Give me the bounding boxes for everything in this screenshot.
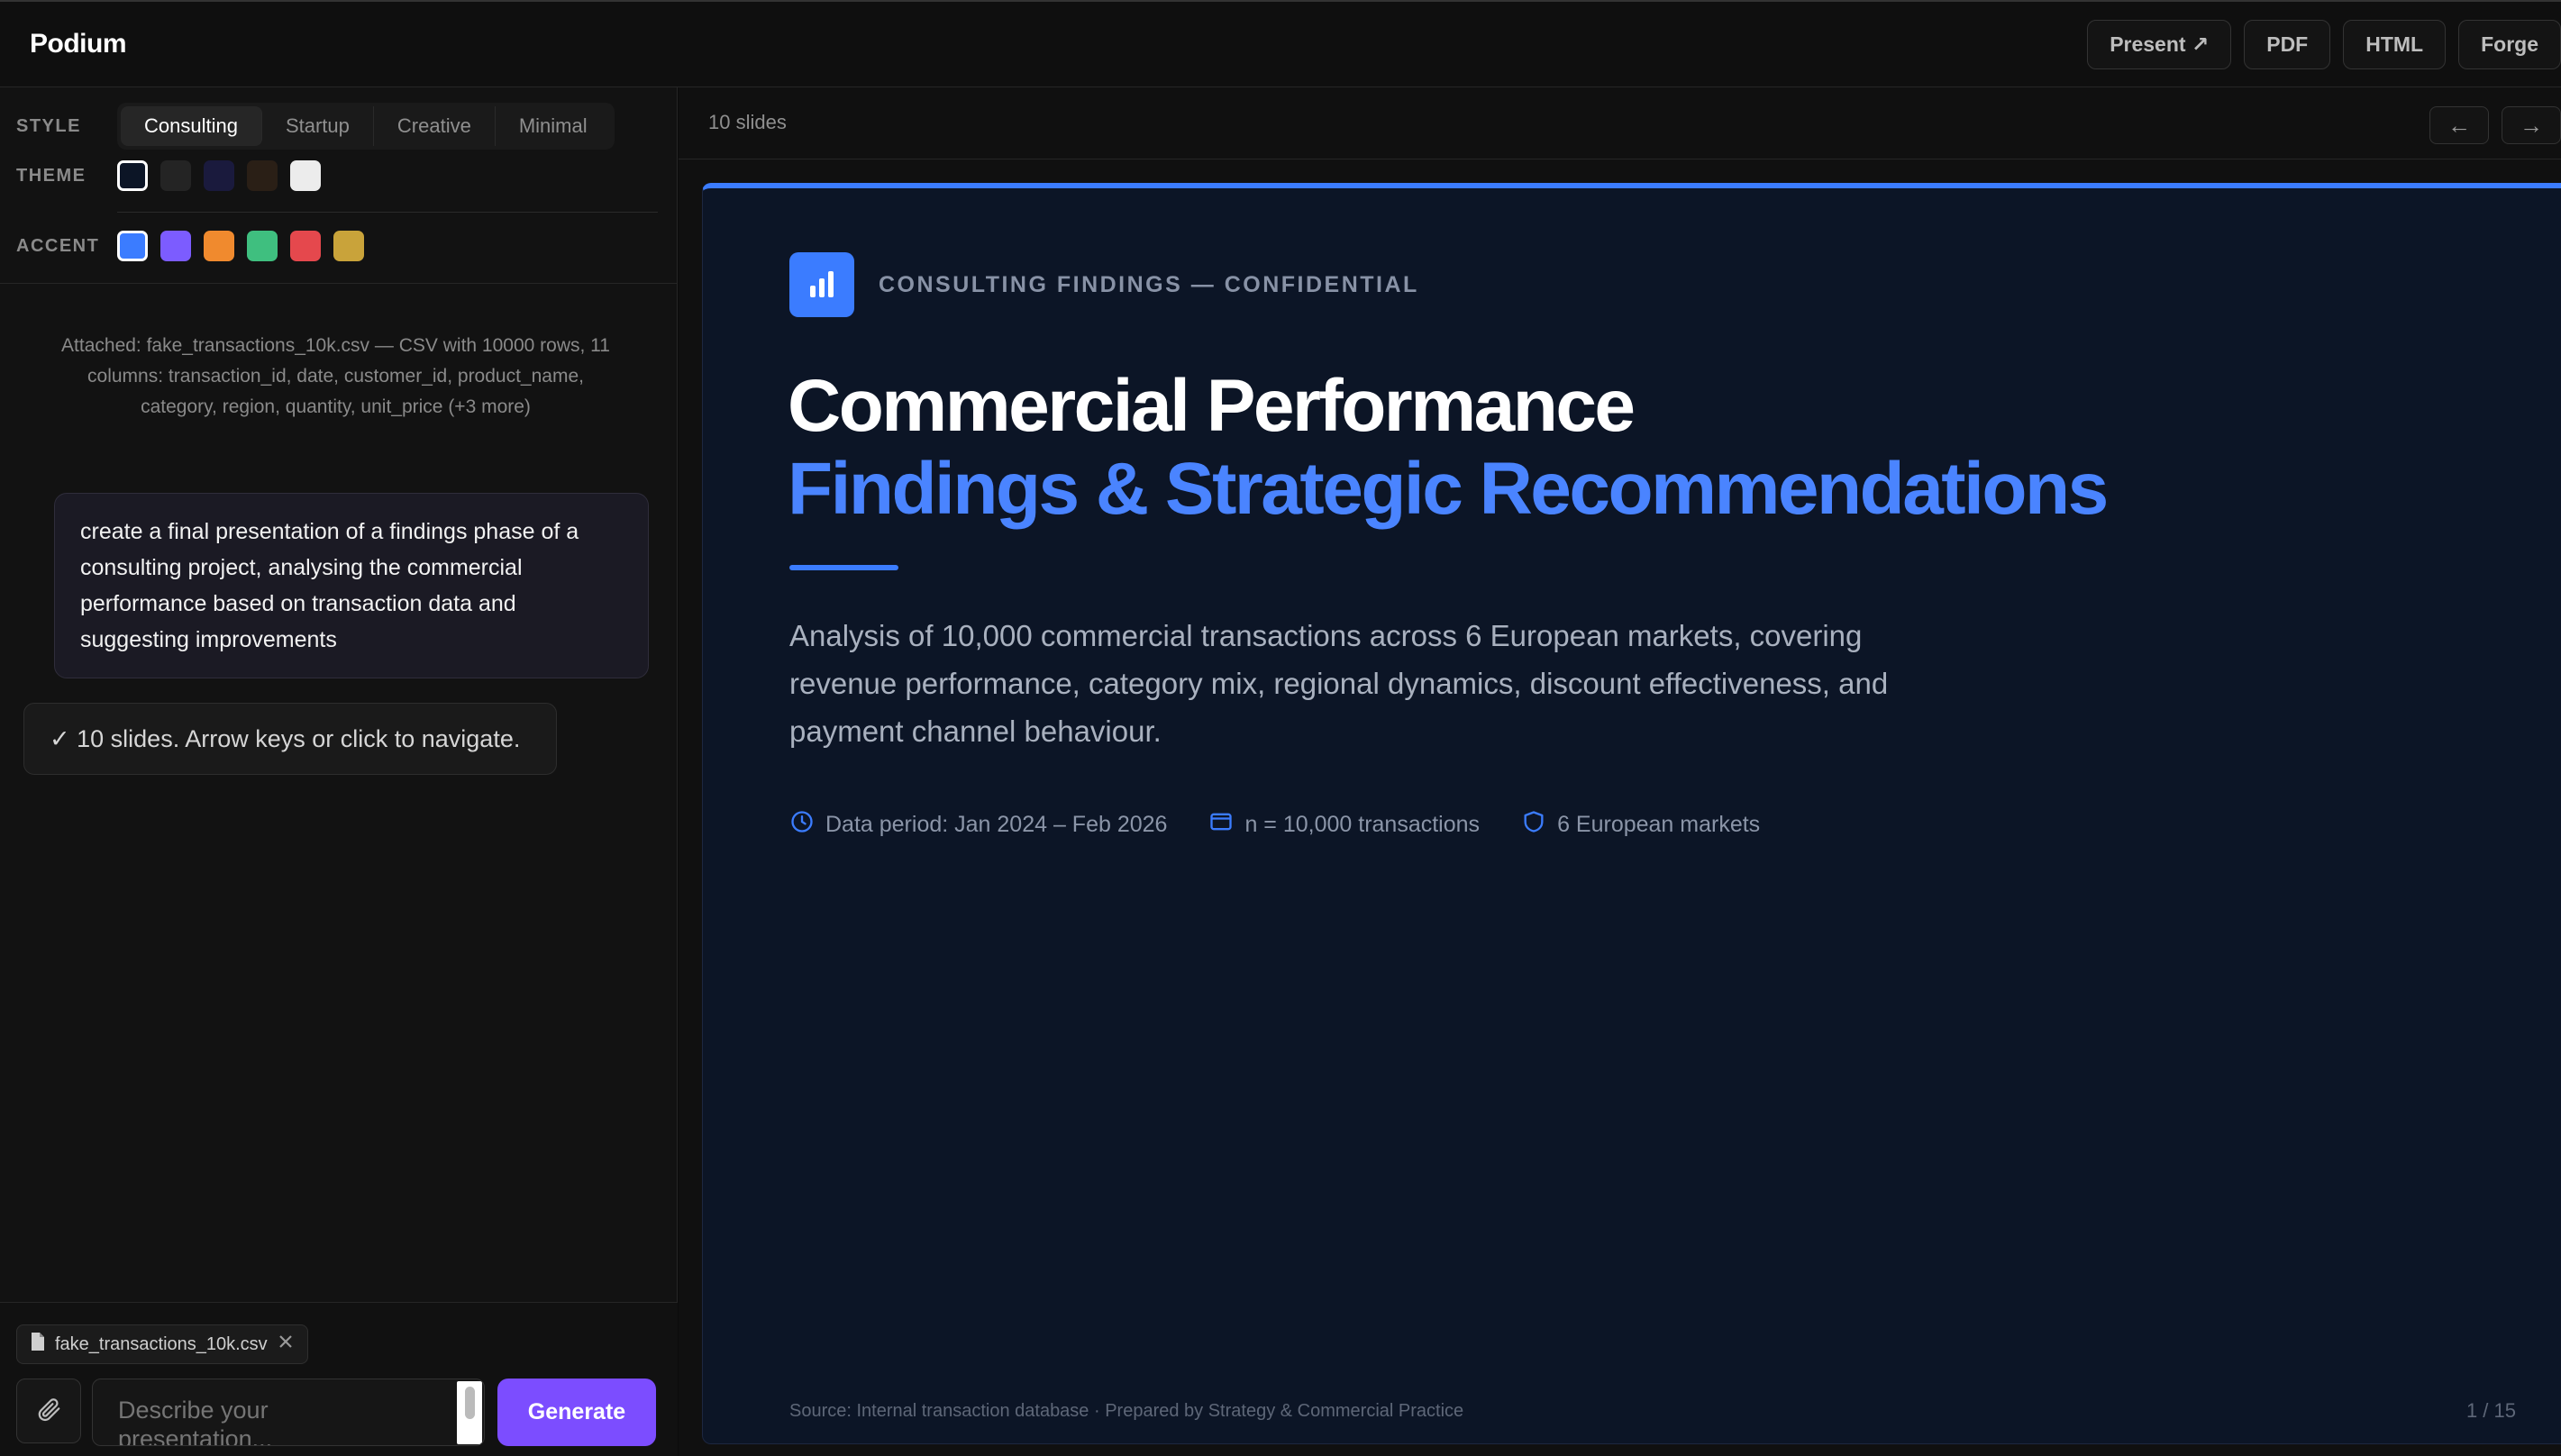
app-logo: Podium — [30, 29, 127, 59]
html-export-button[interactable]: HTML — [2343, 20, 2447, 69]
meta-text: 6 European markets — [1557, 812, 1761, 837]
meta-text: n = 10,000 transactions — [1244, 812, 1481, 837]
accent-swatch-red[interactable] — [290, 231, 321, 261]
paperclip-icon — [35, 1396, 62, 1427]
style-tab-minimal[interactable]: Minimal — [496, 106, 611, 146]
theme-swatch-light[interactable] — [290, 160, 321, 191]
slide-nav: ← → — [2429, 106, 2561, 144]
attach-file-button[interactable] — [16, 1379, 81, 1443]
style-tab-startup[interactable]: Startup — [262, 106, 374, 146]
accent-label: ACCENT — [16, 235, 100, 256]
bar-chart-icon — [789, 252, 854, 317]
controls-divider — [117, 212, 658, 213]
slide-canvas[interactable]: CONSULTING FINDINGS — CONFIDENTIAL Comme… — [702, 183, 2561, 1444]
style-tab-creative[interactable]: Creative — [374, 106, 496, 146]
next-slide-button[interactable]: → — [2502, 106, 2561, 144]
prev-slide-button[interactable]: ← — [2429, 106, 2489, 144]
generate-button[interactable]: Generate — [497, 1379, 656, 1446]
style-row: STYLE Consulting Startup Creative Minima… — [16, 103, 615, 150]
sidebar-divider — [0, 283, 678, 284]
style-label: STYLE — [16, 115, 81, 136]
theme-label: THEME — [16, 165, 87, 186]
theme-swatch-charcoal[interactable] — [160, 160, 191, 191]
slide-page-number: 1 / 15 — [2465, 1399, 2516, 1422]
composer: fake_transactions_10k.csv Generate — [0, 1302, 678, 1456]
slide-count: 10 slides — [708, 111, 787, 133]
sidebar: STYLE Consulting Startup Creative Minima… — [0, 87, 678, 1456]
meta-markets: 6 European markets — [1521, 809, 1760, 841]
style-tab-consulting[interactable]: Consulting — [121, 106, 262, 146]
accent-swatch-purple[interactable] — [160, 231, 191, 261]
slide-footer: Source: Internal transaction database · … — [789, 1401, 1464, 1421]
prompt-scrollbar[interactable] — [457, 1381, 482, 1444]
accent-swatch-blue[interactable] — [117, 231, 148, 261]
theme-row: THEME — [16, 160, 333, 191]
slide-title-accent: Findings & Strategic Recommendations — [788, 448, 2109, 530]
pdf-export-button[interactable]: PDF — [2244, 20, 2331, 69]
attached-file-chip: fake_transactions_10k.csv — [16, 1324, 308, 1364]
preview-panel: 10 slides ← → CONSULTING FINDINGS — CONF… — [679, 87, 2561, 1456]
meta-text: Data period: Jan 2024 – Feb 2026 — [825, 812, 1168, 837]
accent-swatch-orange[interactable] — [204, 231, 234, 261]
file-icon — [30, 1332, 46, 1357]
accent-swatch-gold[interactable] — [333, 231, 364, 261]
slide-eyebrow: CONSULTING FINDINGS — CONFIDENTIAL — [879, 272, 1419, 297]
assistant-message: ✓ 10 slides. Arrow keys or click to navi… — [23, 703, 557, 775]
meta-sample-size: n = 10,000 transactions — [1208, 809, 1480, 841]
slide-title: Commercial Performance — [788, 365, 1636, 447]
clock-icon — [789, 809, 815, 841]
slide-subtitle: Analysis of 10,000 commercial transactio… — [789, 619, 1889, 748]
preview-header: 10 slides ← → — [679, 87, 2561, 159]
user-message: create a final presentation of a finding… — [54, 493, 649, 678]
prompt-box — [92, 1379, 485, 1446]
forge-button[interactable]: Forge — [2458, 20, 2561, 69]
shield-icon — [1521, 809, 1546, 841]
style-tabs: Consulting Startup Creative Minimal — [117, 103, 615, 150]
top-actions: Present ↗ PDF HTML Forge — [2087, 20, 2561, 69]
accent-swatch-green[interactable] — [247, 231, 278, 261]
present-button[interactable]: Present ↗ — [2087, 20, 2232, 69]
top-bar: Podium Present ↗ PDF HTML Forge — [0, 0, 2561, 87]
slide-meta: Data period: Jan 2024 – Feb 2026 n = 10,… — [789, 809, 1760, 841]
remove-file-icon[interactable] — [277, 1333, 295, 1356]
meta-data-period: Data period: Jan 2024 – Feb 2026 — [789, 809, 1167, 841]
attachment-note: Attached: fake_transactions_10k.csv — CS… — [61, 335, 610, 417]
card-icon — [1208, 809, 1234, 841]
theme-swatch-navy[interactable] — [117, 160, 148, 191]
accent-row: ACCENT — [16, 231, 377, 261]
file-chip-name: fake_transactions_10k.csv — [55, 1333, 268, 1354]
theme-swatch-indigo[interactable] — [204, 160, 234, 191]
title-underline — [789, 565, 898, 570]
prompt-input[interactable] — [93, 1379, 444, 1445]
theme-swatch-brown[interactable] — [247, 160, 278, 191]
